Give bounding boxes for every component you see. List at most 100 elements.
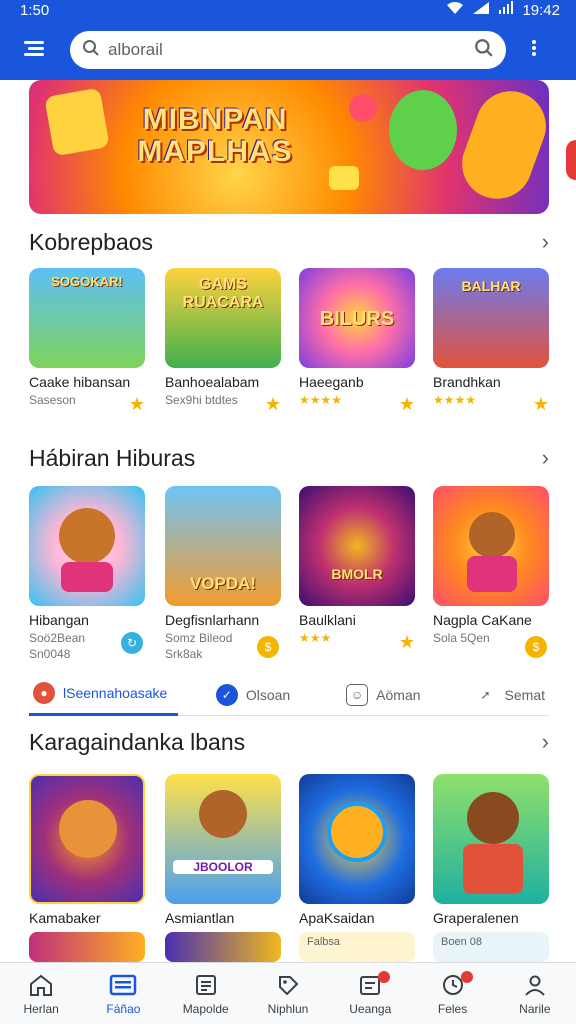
section-title: Karagaindanka lbans: [29, 728, 246, 755]
app-card[interactable]: Graperalenen: [433, 774, 549, 926]
app-card[interactable]: SOGOKAR! Caake hibansan Saseson ★: [29, 268, 145, 414]
nav-item-offers[interactable]: Niphlun: [247, 963, 329, 1024]
section-header[interactable]: Karagaindanka lbans ›: [29, 726, 549, 758]
app-card[interactable]: BMOLR Baulklani ★★★ ★: [299, 486, 415, 652]
peek-label: Boen 08: [441, 936, 482, 948]
section-header[interactable]: Hábiran Hiburas ›: [29, 442, 549, 474]
nav-label: Fáñao: [106, 1001, 141, 1016]
app-card[interactable]: VOPDA! Degfisnlarhann Somz Bileod Srk8ak…: [165, 486, 281, 661]
thumbnail-text: BMOLR: [331, 566, 383, 582]
notification-dot: [378, 971, 391, 983]
app-thumbnail: GAMS RUACARA: [165, 268, 281, 368]
star-icon: ★: [264, 394, 281, 414]
nav-item-games[interactable]: Fáñao: [82, 963, 164, 1024]
app-card-peek[interactable]: [29, 932, 145, 962]
signal-icon: [472, 1, 490, 19]
chip-tab[interactable]: ☺ Aöman: [342, 674, 424, 716]
app-card[interactable]: JBOOLOR Asmiantlan: [165, 774, 281, 926]
app-thumbnail: [29, 486, 145, 606]
app-card[interactable]: Nagpla CaKane Sola 5Qen $: [433, 486, 549, 658]
wifi-icon: [446, 1, 464, 19]
app-name: ApaKsaidan: [299, 910, 375, 926]
person-icon: [521, 972, 549, 998]
app-card-peek[interactable]: Falbsa: [299, 932, 415, 962]
chip-label: Olsoan: [245, 686, 291, 703]
nav-label: Niphlun: [267, 1001, 309, 1016]
more-options-button[interactable]: [514, 30, 554, 70]
app-name: Brandhkan: [433, 374, 501, 390]
featured-banner[interactable]: MIBNPAN MAPLHAS: [29, 80, 549, 214]
next-banner-peek[interactable]: [566, 140, 576, 180]
share-badge-icon[interactable]: ↻: [121, 632, 143, 654]
thumbnail-text: GAMS RUACARA: [182, 276, 264, 311]
bear-character: [467, 792, 519, 844]
app-thumbnail: SOGOKAR!: [29, 268, 145, 368]
nav-item-profile[interactable]: Narile: [494, 963, 576, 1024]
status-time-right: 19:42: [522, 1, 560, 19]
app-row: Hibangan Soö2Bean Sn0048 ↻ VOPDA! Degfis…: [29, 486, 576, 666]
section-title: Kobrepbaos: [29, 228, 154, 255]
thumbnail-text: BILURS: [319, 308, 395, 330]
chip-label: Semat: [504, 686, 545, 703]
app-card-peek[interactable]: [165, 932, 281, 962]
bear-shirt: [61, 562, 113, 592]
chip-tab[interactable]: ✓ Olsoan: [212, 674, 294, 716]
search-icon: [82, 39, 100, 62]
star-icon: ★: [398, 394, 415, 414]
games-icon: [109, 972, 137, 998]
notification-dot: [460, 971, 473, 983]
nav-item-home[interactable]: Herlan: [0, 963, 82, 1024]
nav-item-updates[interactable]: Ueanga: [329, 963, 411, 1024]
smile-icon: ☺: [346, 683, 369, 706]
app-card[interactable]: Hibangan Soö2Bean Sn0048 ↻: [29, 486, 145, 661]
app-card[interactable]: Kamabaker: [29, 774, 145, 926]
app-subtitle: Sex9hi btdtes: [165, 393, 238, 407]
coin-badge-icon[interactable]: $: [257, 636, 279, 658]
app-thumbnail: JBOOLOR: [165, 774, 281, 904]
app-card[interactable]: BILURS Haeeganb ★★★★ ★: [299, 268, 415, 414]
chevron-right-icon[interactable]: ›: [542, 729, 549, 755]
app-name: Degfisnlarhann: [165, 612, 260, 628]
app-name: Caake hibansan: [29, 374, 131, 390]
search-bar[interactable]: [70, 31, 506, 69]
app-name: Graperalenen: [433, 910, 519, 926]
chevron-right-icon[interactable]: ›: [542, 445, 549, 471]
chevron-right-icon[interactable]: ›: [542, 229, 549, 255]
tag-icon: [274, 972, 302, 998]
signal-bars-icon: [498, 1, 514, 19]
character-head: [469, 512, 515, 558]
more-vertical-icon: [531, 39, 537, 62]
nav-item-activity[interactable]: Feles: [411, 963, 493, 1024]
section-header[interactable]: Kobrepbaos ›: [29, 226, 549, 258]
app-card[interactable]: BALHAR Brandhkan ★★★★ ★: [433, 268, 549, 414]
status-bar: 1:50 19:42: [0, 0, 576, 20]
search-input[interactable]: [108, 40, 474, 60]
app-card[interactable]: ApaKsaidan: [299, 774, 415, 926]
nav-label: Ueanga: [349, 1001, 392, 1016]
banner-gem: [329, 166, 359, 190]
chip-tab[interactable]: ● lSeennahoasake: [29, 674, 178, 716]
nav-label: Mapolde: [182, 1001, 229, 1016]
search-submit-icon[interactable]: [474, 38, 494, 63]
app-thumbnail: [433, 774, 549, 904]
app-card-peek[interactable]: Boen 08: [433, 932, 549, 962]
chip-tab[interactable]: ➚ Semat: [471, 674, 549, 716]
nav-label: Narile: [519, 1001, 551, 1016]
app-name: Nagpla CaKane: [433, 612, 532, 628]
main-content[interactable]: MIBNPAN MAPLHAS Kobrepbaos › SOGOKAR! Ca…: [0, 80, 576, 962]
section-title: Hábiran Hiburas: [29, 444, 196, 471]
nav-label: Feles: [437, 1001, 468, 1016]
home-icon: [27, 972, 55, 998]
app-name: Haeeganb: [299, 374, 364, 390]
menu-button[interactable]: [14, 30, 54, 70]
nav-label: Herlan: [23, 1001, 59, 1016]
coin-badge-icon[interactable]: $: [525, 636, 547, 658]
menu-icon: [22, 38, 46, 63]
app-row: Kamabaker JBOOLOR Asmiantlan ApaKsaidan …: [29, 774, 576, 934]
app-card[interactable]: GAMS RUACARA Banhoealabam Sex9hi btdtes …: [165, 268, 281, 414]
send-icon: ➚: [480, 687, 491, 702]
app-rating: ★★★★: [299, 393, 343, 407]
nav-item-apps[interactable]: Mapolde: [165, 963, 247, 1024]
chip-label: Aöman: [376, 686, 421, 703]
app-name: Asmiantlan: [165, 910, 235, 926]
